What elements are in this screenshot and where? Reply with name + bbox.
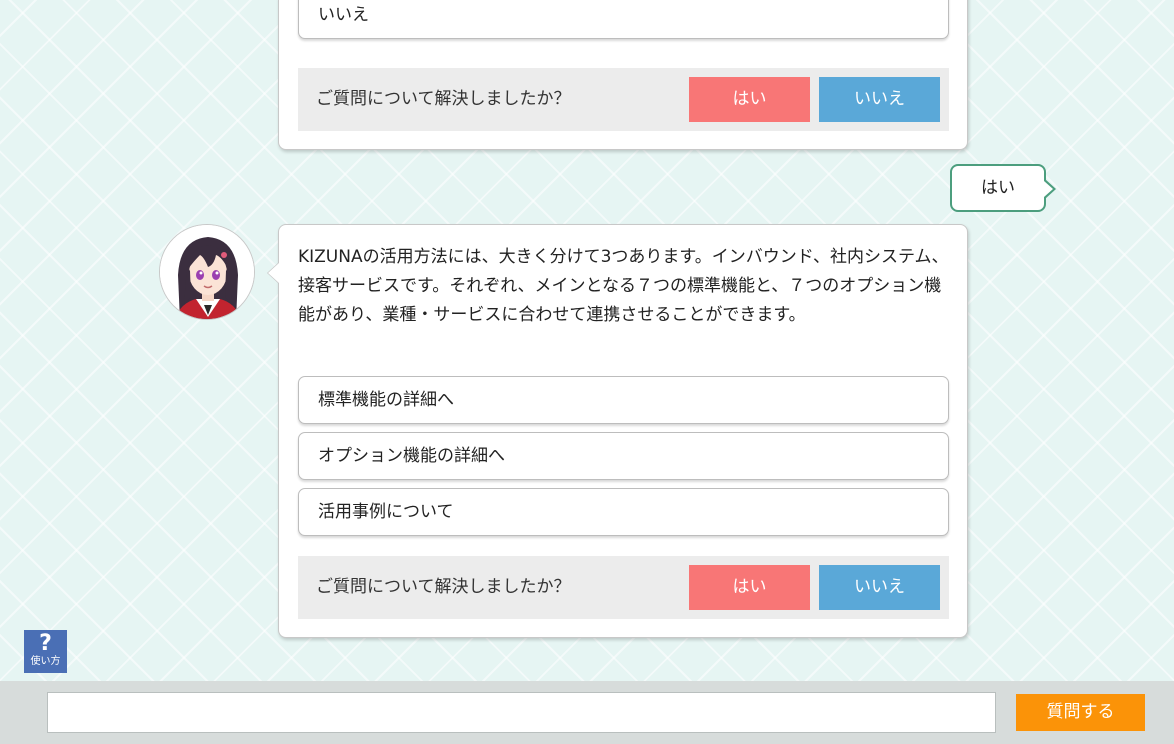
option-button-standard-features[interactable]: 標準機能の詳細へ <box>298 376 949 424</box>
resolved-no-button[interactable]: いいえ <box>819 77 940 122</box>
resolution-confirm-bar: ご質問について解決しましたか？ はい いいえ <box>298 68 949 131</box>
question-mark-icon: ? <box>39 631 52 656</box>
option-button-use-cases[interactable]: 活用事例について <box>298 488 949 536</box>
resolved-yes-button[interactable]: はい <box>689 77 810 122</box>
bot-message-bubble: KIZUNAの活用方法には、大きく分けて3つあります。インバウンド、社内システム… <box>267 224 968 638</box>
bubble-tail-fill <box>268 263 279 283</box>
option-button-optional-features[interactable]: オプション機能の詳細へ <box>298 432 949 480</box>
bubble-tail-fill <box>1044 181 1053 197</box>
help-label: 使い方 <box>30 656 61 667</box>
resolution-confirm-bar: ご質問について解決しましたか？ はい いいえ <box>298 556 949 619</box>
bot-message-text: KIZUNAの活用方法には、大きく分けて3つあります。インバウンド、社内システム… <box>298 247 949 325</box>
resolved-no-button[interactable]: いいえ <box>819 565 940 610</box>
help-button[interactable]: ? 使い方 <box>24 630 67 673</box>
bot-message-bubble: いいえ ご質問について解決しましたか？ はい いいえ <box>278 0 968 150</box>
resolved-yes-button[interactable]: はい <box>689 565 810 610</box>
input-bar: 質問する <box>0 681 1174 744</box>
user-message-text: はい <box>981 178 1015 198</box>
avatar-illustration <box>160 225 254 319</box>
option-button-no[interactable]: いいえ <box>298 0 949 39</box>
user-message-bubble: はい <box>950 164 1056 212</box>
bot-avatar <box>159 224 255 320</box>
question-input[interactable] <box>47 692 996 733</box>
ask-button[interactable]: 質問する <box>1016 694 1145 731</box>
resolution-question: ご質問について解決しましたか？ <box>316 577 571 597</box>
resolution-question: ご質問について解決しましたか？ <box>316 89 571 109</box>
